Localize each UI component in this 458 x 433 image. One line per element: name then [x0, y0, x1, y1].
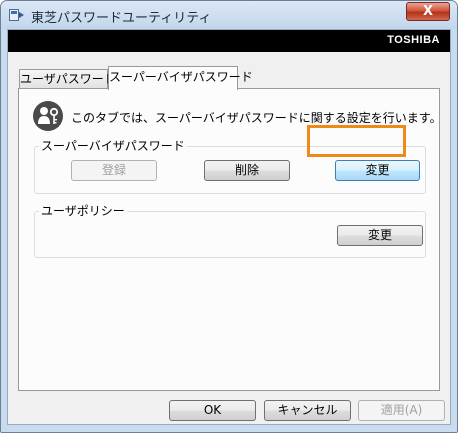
window-title: 東芝パスワードユーティリティ [31, 11, 212, 26]
change-supervisor-button[interactable]: 変更 [335, 160, 420, 181]
change-policy-button[interactable]: 変更 [337, 225, 423, 246]
close-button[interactable]: X [406, 2, 450, 21]
password-info-icon [33, 101, 63, 131]
cancel-button[interactable]: キャンセル [264, 400, 351, 421]
panel-description: このタブでは、スーパーバイザパスワードに関する設定を行います。 [71, 111, 442, 125]
dialog-window: 東芝パスワードユーティリティ X TOSHIBA ユーザパスワード スーパーバイ… [0, 0, 458, 433]
title-bar[interactable]: 東芝パスワードユーティリティ X [1, 1, 457, 29]
tab-user-password[interactable]: ユーザパスワード [19, 69, 116, 89]
toshiba-logo: TOSHIBA [387, 34, 440, 46]
register-button[interactable]: 登録 [71, 160, 157, 181]
tab-supervisor-password[interactable]: スーパーバイザパスワード [108, 66, 253, 90]
user-policy-group-label: ユーザポリシー [39, 204, 127, 218]
brand-bar: TOSHIBA [8, 30, 450, 52]
window-app-icon [9, 9, 24, 21]
change-button-highlight [307, 125, 406, 157]
user-policy-group: ユーザポリシー 変更 [34, 204, 426, 258]
apply-button[interactable]: 適用(A) [358, 400, 445, 421]
ok-button[interactable]: OK [169, 400, 256, 421]
close-icon: X [422, 4, 434, 19]
delete-button[interactable]: 削除 [204, 160, 290, 181]
dialog-client-area: TOSHIBA ユーザパスワード スーパーバイザパスワード このタブでは、スーパ… [7, 29, 451, 425]
supervisor-group-label: スーパーバイザパスワード [39, 139, 187, 153]
